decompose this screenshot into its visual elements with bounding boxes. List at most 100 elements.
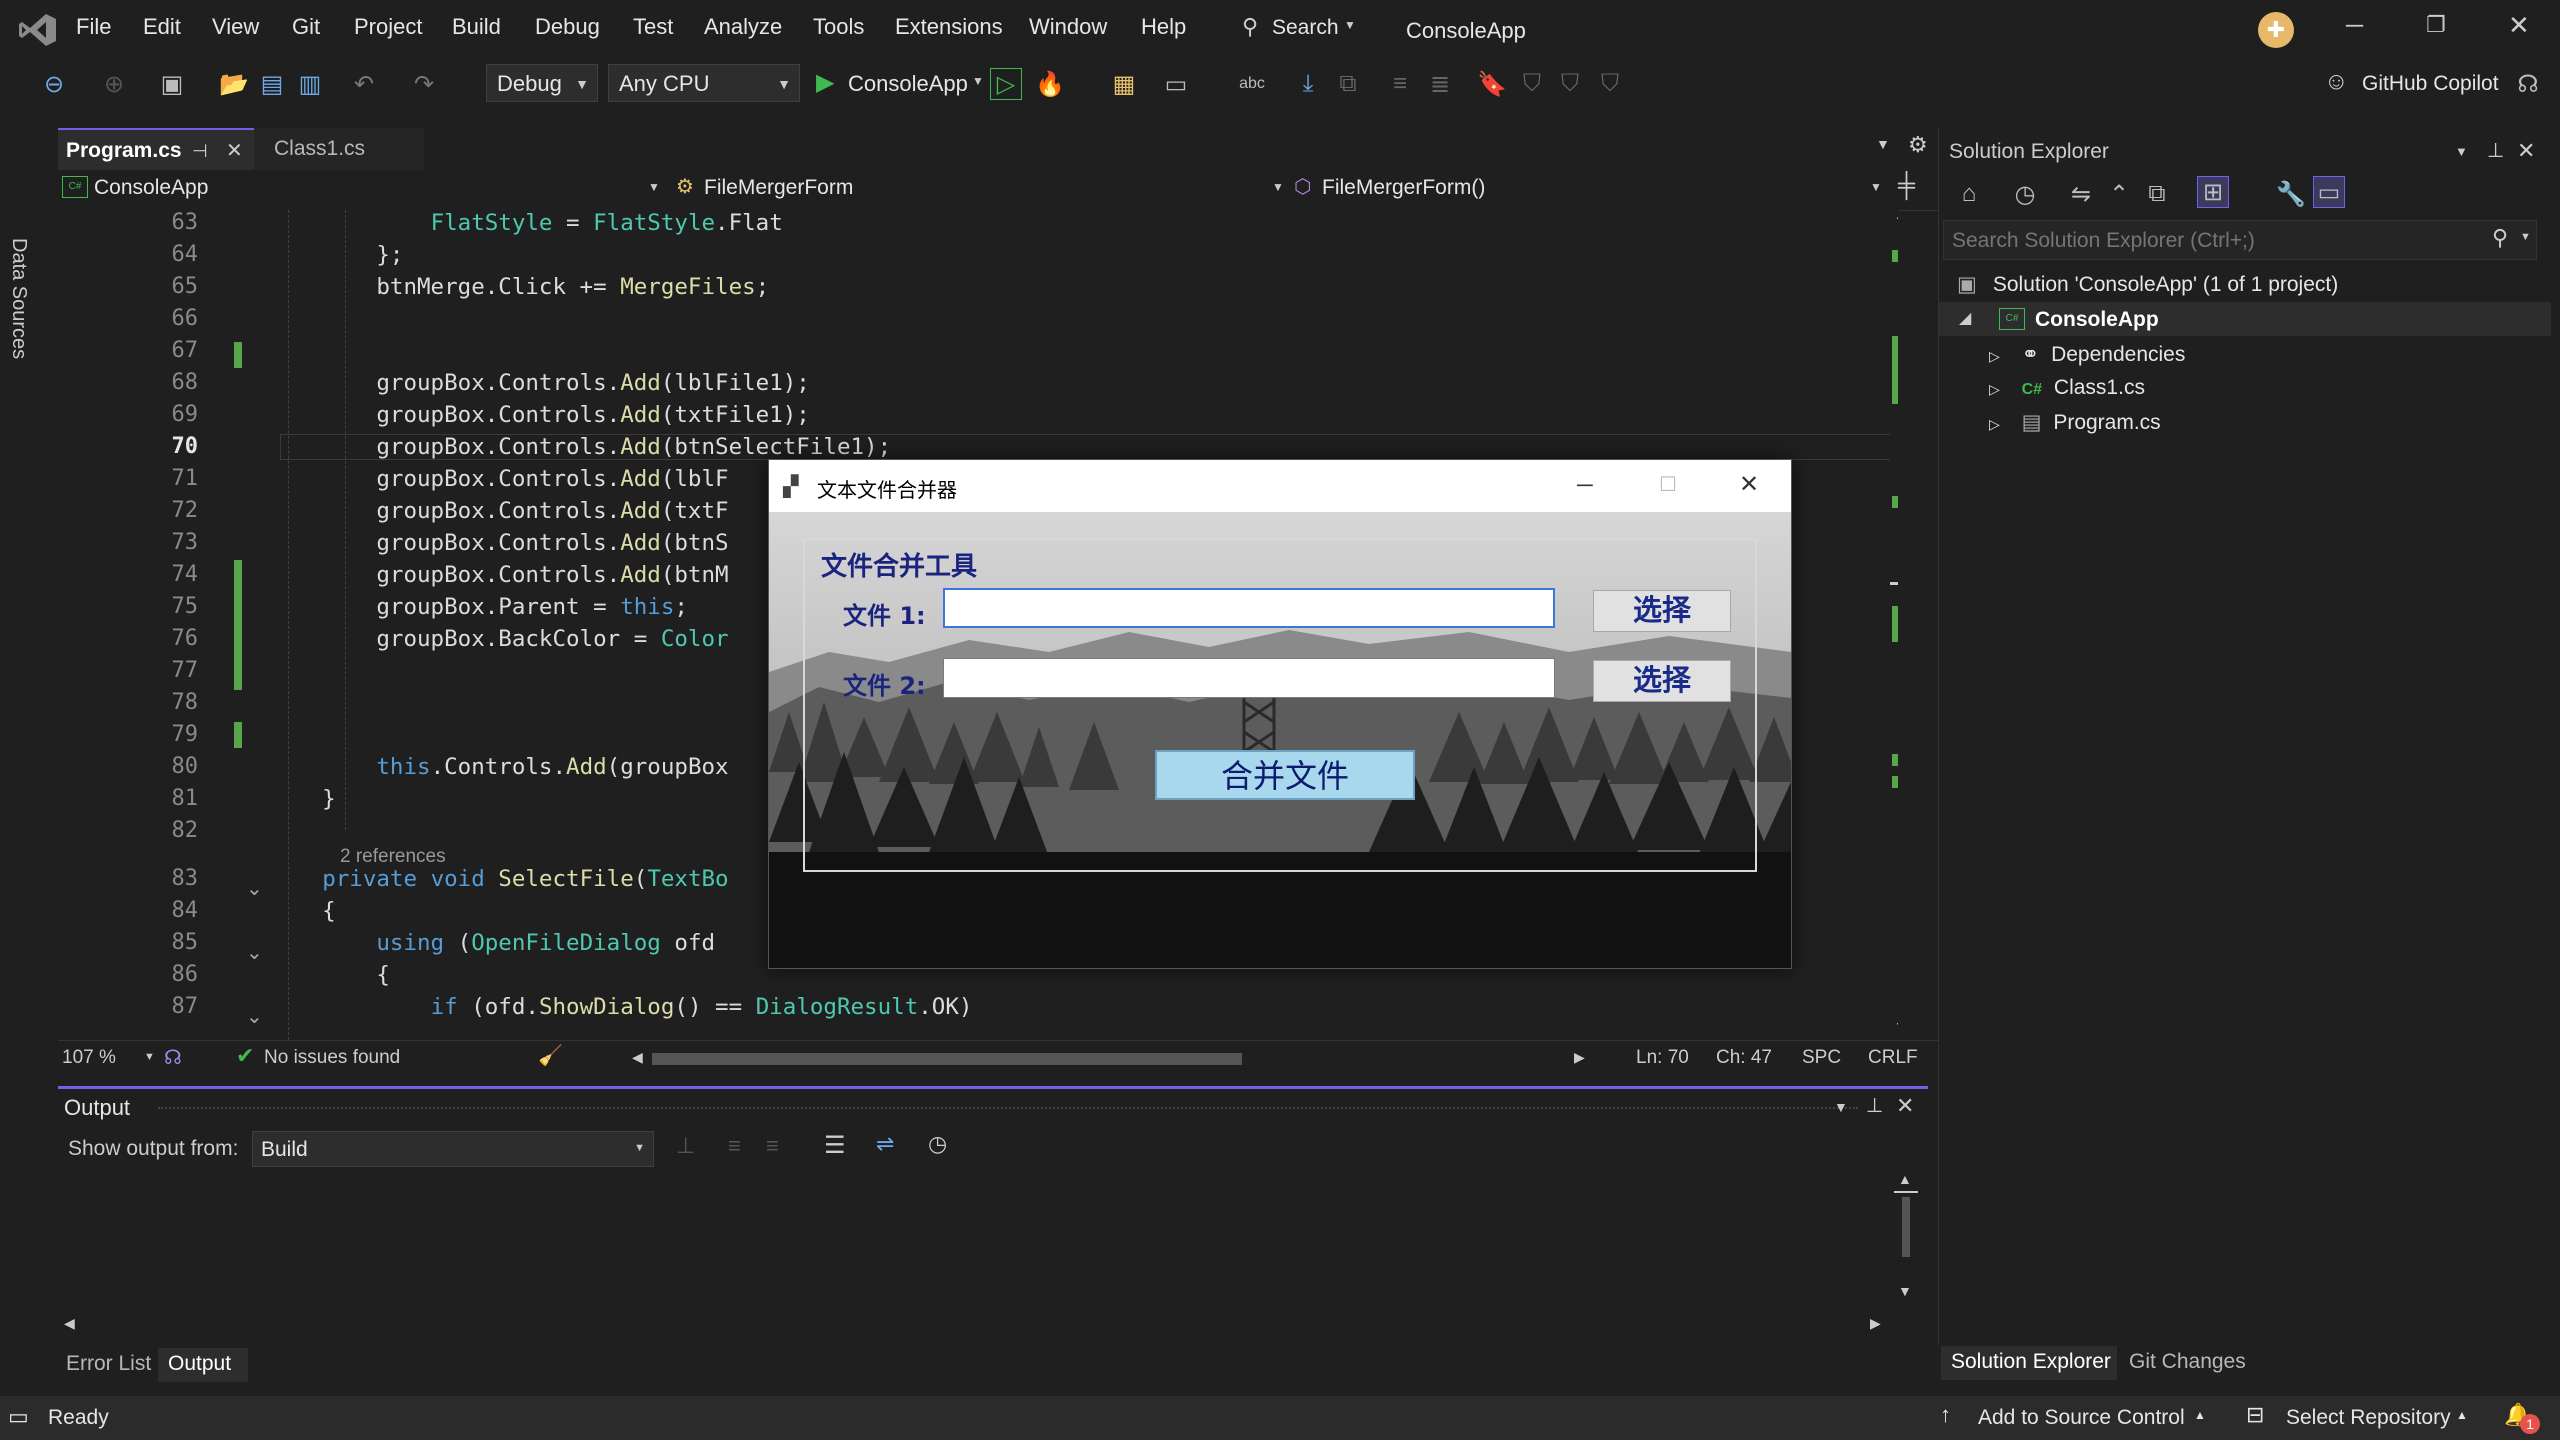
tab-output[interactable]: Output (158, 1348, 248, 1382)
indent-icon[interactable]: ≡ (1384, 68, 1416, 100)
forward-icon[interactable]: ⊕ (98, 68, 130, 100)
output-vertical-scrollbar[interactable]: ▲ ▼ (1894, 1171, 1918, 1311)
step-icon[interactable]: ⤓ (1292, 68, 1324, 100)
scroll-left-icon[interactable]: ◀ (64, 1315, 75, 1332)
close-icon[interactable]: ✕ (1896, 1093, 1914, 1119)
code-line[interactable]: this.Controls.Add(groupBox (268, 754, 728, 780)
github-copilot-button[interactable]: ☺ GitHub Copilot (2324, 68, 2520, 100)
copilot-status-icon[interactable]: ☊ (164, 1045, 182, 1070)
scroll-up-icon[interactable]: ▲ (1894, 210, 1898, 222)
tree-item-program[interactable]: ▷ ▤ Program.cs (1989, 410, 2161, 435)
search-icon[interactable]: ⚲ (2492, 225, 2508, 251)
menu-tools[interactable]: Tools (813, 14, 864, 40)
scroll-thumb[interactable] (1902, 1197, 1910, 1257)
scroll-right-icon[interactable]: ▶ (1574, 1049, 1585, 1066)
scroll-down-icon[interactable]: ▼ (1894, 1018, 1898, 1034)
new-project-icon[interactable]: ▣ (156, 68, 188, 100)
restore-button[interactable]: ❐ (2426, 12, 2446, 38)
code-line[interactable]: if (ofd.ShowDialog() == DialogResult.OK) (268, 994, 973, 1020)
tab-program-cs[interactable]: Program.cs ⊣ ✕ (58, 128, 254, 170)
vertical-scrollbar[interactable]: ▲ ▼ (1890, 210, 1898, 1040)
file2-input[interactable] (943, 658, 1555, 698)
scroll-right-icon[interactable]: ▶ (1870, 1315, 1881, 1332)
account-avatar[interactable]: ✚ (2258, 12, 2294, 48)
solution-search[interactable]: ⚲ ▼ (1943, 220, 2537, 261)
browse-icon[interactable]: ▦ (1108, 68, 1140, 100)
code-line[interactable]: groupBox.Controls.Add(lblFile1); (268, 370, 810, 396)
chevron-down-icon[interactable]: ▼ (2520, 231, 2531, 243)
chevron-down-icon[interactable]: ▼ (144, 1051, 155, 1063)
properties-icon[interactable]: 🔧 (2275, 178, 2307, 210)
history-icon[interactable]: ◷ (2009, 178, 2041, 210)
feedback-icon[interactable]: ☊ (2512, 68, 2544, 100)
pin-icon[interactable]: ⊣ (192, 130, 208, 172)
scroll-left-icon[interactable]: ◀ (632, 1049, 643, 1066)
menu-file[interactable]: File (76, 14, 111, 40)
show-all-files-icon[interactable]: ⧉ (2141, 178, 2173, 210)
menu-window[interactable]: Window (1029, 14, 1107, 40)
line-number[interactable]: Ln: 70 (1636, 1047, 1689, 1069)
start-debugging-button[interactable]: ▶ ConsoleApp ▼ (814, 68, 990, 100)
menu-help[interactable]: Help (1141, 14, 1186, 40)
column-number[interactable]: Ch: 47 (1716, 1047, 1772, 1069)
minimize-button[interactable]: ─ (1577, 472, 1593, 498)
issues-status[interactable]: No issues found (264, 1047, 400, 1069)
add-to-source-control-button[interactable]: Add to Source Control (1978, 1406, 2185, 1430)
tab-overflow-icon[interactable]: ▼ (1876, 136, 1890, 152)
chevron-down-icon[interactable]: ⌄ (246, 940, 263, 965)
tab-class1-cs[interactable]: Class1.cs (254, 128, 424, 170)
menu-test[interactable]: Test (633, 14, 673, 40)
collapse-all-icon[interactable]: ⌃ (2103, 178, 2135, 210)
line-endings[interactable]: CRLF (1868, 1047, 1918, 1069)
scroll-thumb[interactable] (1894, 1191, 1918, 1193)
close-button[interactable]: ✕ (2508, 10, 2530, 41)
minimize-button[interactable]: ─ (2346, 12, 2363, 40)
code-line[interactable]: { (268, 898, 336, 924)
undo-icon[interactable]: ↶ (348, 68, 380, 100)
timestamp-icon[interactable]: ◷ (928, 1131, 947, 1157)
menu-debug[interactable]: Debug (535, 14, 600, 40)
outdent-icon[interactable]: ≣ (1424, 68, 1456, 100)
tab-git-changes[interactable]: Git Changes (2129, 1350, 2246, 1374)
menu-view[interactable]: View (212, 14, 259, 40)
menu-extensions[interactable]: Extensions (895, 14, 1003, 40)
output-horizontal-scrollbar[interactable]: ◀ ▶ (58, 1315, 1888, 1335)
spell-check-icon[interactable]: abc (1236, 68, 1268, 100)
next-message-icon[interactable]: ≡ (766, 1133, 779, 1159)
horizontal-scrollbar[interactable] (652, 1053, 1652, 1065)
start-without-debugging-icon[interactable]: ▷ (990, 68, 1022, 100)
save-all-icon[interactable]: ▥ (294, 68, 326, 100)
code-cleanup-icon[interactable]: 🧹 (538, 1043, 563, 1068)
code-line[interactable]: groupBox.BackColor = Color (268, 626, 728, 652)
code-line[interactable]: groupBox.Parent = this; (268, 594, 688, 620)
select-repository-button[interactable]: Select Repository (2286, 1406, 2451, 1430)
merge-files-button[interactable]: 合并文件 (1155, 750, 1415, 800)
select-file2-button[interactable]: 选择 (1593, 660, 1731, 702)
tab-error-list[interactable]: Error List (66, 1352, 151, 1376)
close-icon[interactable]: ✕ (226, 130, 243, 172)
clear-all-icon[interactable]: ☰ (824, 1131, 846, 1160)
menu-git[interactable]: Git (292, 14, 320, 40)
tree-project-row[interactable]: ◢ C# ConsoleApp (1939, 302, 2551, 336)
prev-bookmark-icon[interactable]: ⛉ (1516, 68, 1548, 100)
redo-icon[interactable]: ↷ (408, 68, 440, 100)
maximize-button[interactable]: ☐ (1659, 472, 1677, 497)
tab-solution-explorer[interactable]: Solution Explorer (1941, 1346, 2117, 1380)
tree-item-dependencies[interactable]: ▷ ⚭ Dependencies (1989, 342, 2185, 367)
save-icon[interactable]: ▤ (256, 68, 288, 100)
pin-icon[interactable]: ⊥ (2487, 138, 2504, 163)
code-line[interactable]: { (268, 962, 390, 988)
copy-icon[interactable]: ⧉ (1332, 68, 1364, 100)
code-line[interactable]: using (OpenFileDialog ofd (268, 930, 715, 956)
sync-icon[interactable]: ⇋ (2065, 178, 2097, 210)
scroll-thumb[interactable] (652, 1053, 1242, 1065)
bookmark-icon[interactable]: 🔖 (1476, 68, 1508, 100)
search-box[interactable]: ⚲ Search ▼ (1238, 12, 1358, 46)
split-icon[interactable]: ╪ (1898, 172, 1915, 200)
output-text-area[interactable] (58, 1175, 1888, 1311)
preview-icon[interactable]: ▭ (2313, 176, 2345, 208)
member-dropdown[interactable]: ⬡ FileMergerForm() ▼ (1292, 172, 1884, 206)
menu-project[interactable]: Project (354, 14, 422, 40)
type-dropdown[interactable]: ⚙ FileMergerForm ▼ (674, 172, 1286, 206)
clear-bookmarks-icon[interactable]: ⛉ (1594, 68, 1626, 100)
